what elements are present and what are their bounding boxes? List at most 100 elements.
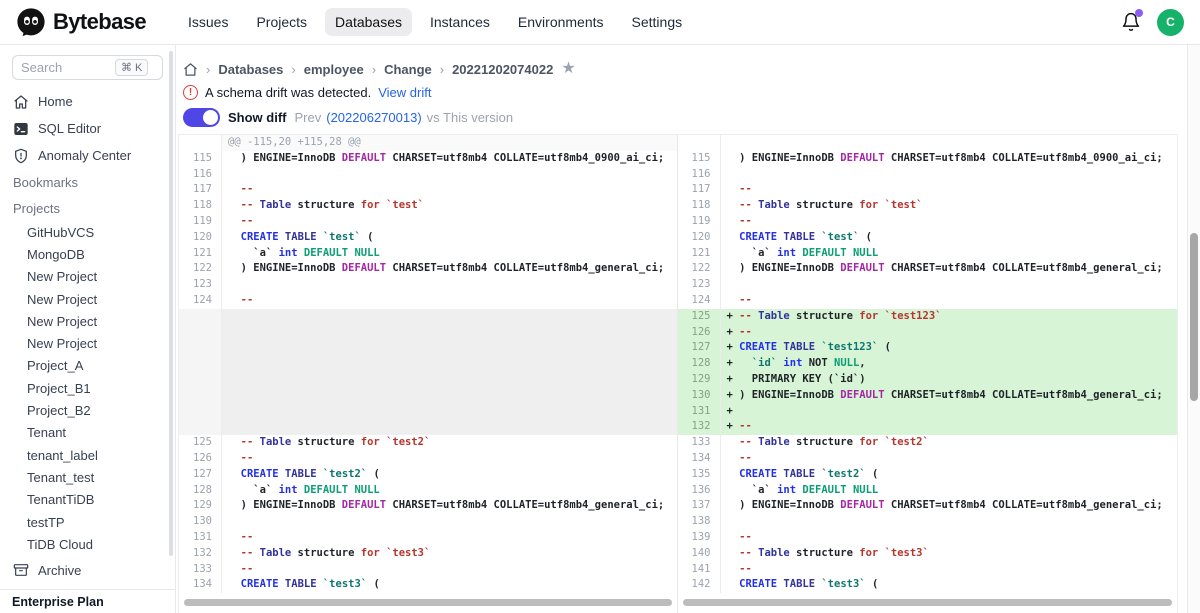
show-diff-label: Show diff xyxy=(228,110,287,125)
project-item-new-project-2[interactable]: New Project xyxy=(0,266,175,288)
nav-item-databases[interactable]: Databases xyxy=(325,8,412,36)
diff-row-left-pad xyxy=(179,356,677,372)
diff-row-left-116: 116 xyxy=(179,167,677,183)
diff-row-right-142: 142 CREATE TABLE `test3` ( xyxy=(678,577,1178,593)
project-item-tenant-9[interactable]: Tenant xyxy=(0,422,175,444)
project-item-mongodb-1[interactable]: MongoDB xyxy=(0,243,175,265)
main-nav: Issues Projects Databases Instances Environm… xyxy=(178,8,692,36)
project-item-new-project-4[interactable]: New Project xyxy=(0,310,175,332)
page-scrollbar-thumb[interactable] xyxy=(1190,233,1198,401)
line-number: 123 xyxy=(678,277,721,293)
code-line: `a` int DEFAULT NULL xyxy=(721,246,1178,262)
line-number: 132 xyxy=(179,546,222,562)
sidebar-item-home[interactable]: Home xyxy=(0,88,175,115)
diff-row-left-117: 117 -- xyxy=(179,182,677,198)
diff-row-left-131: 131 -- xyxy=(179,530,677,546)
line-number: 131 xyxy=(678,404,721,420)
view-drift-link[interactable]: View drift xyxy=(378,85,431,100)
code-line: -- Table structure for `test3` xyxy=(721,546,1178,562)
code-line xyxy=(222,277,677,293)
diff-row-left-120: 120 CREATE TABLE `test` ( xyxy=(179,230,677,246)
prev-version-link[interactable]: (202206270013) xyxy=(326,110,421,125)
code-line xyxy=(222,419,677,435)
search-box[interactable]: ⌘ K xyxy=(12,55,163,80)
diff-row-right-117: 117 -- xyxy=(678,182,1178,198)
diff-row-right-140: 140 -- Table structure for `test3` xyxy=(678,546,1178,562)
sidebar-item-archive[interactable]: Archive xyxy=(0,555,175,585)
code-line xyxy=(222,309,677,325)
diff-row-right-138: 138 xyxy=(678,514,1178,530)
code-line: ) ENGINE=InnoDB DEFAULT CHARSET=utf8mb4 … xyxy=(222,498,677,514)
section-projects: Projects xyxy=(0,195,175,221)
line-number: 134 xyxy=(678,451,721,467)
breadcrumb-item-20221202074022[interactable]: 20221202074022 xyxy=(452,62,553,77)
code-line: ) ENGINE=InnoDB DEFAULT CHARSET=utf8mb4 … xyxy=(222,151,677,167)
bytebase-logo[interactable]: Bytebase xyxy=(16,7,178,37)
project-item-new-project-3[interactable]: New Project xyxy=(0,288,175,310)
left-horizontal-scrollbar[interactable] xyxy=(184,599,672,606)
project-list: GitHubVCSMongoDBNew ProjectNew ProjectNe… xyxy=(0,221,175,555)
breadcrumb-separator: › xyxy=(206,62,210,77)
code-line: -- xyxy=(222,293,677,309)
line-number: 121 xyxy=(179,246,222,262)
line-number: 126 xyxy=(678,325,721,341)
line-number: 121 xyxy=(678,246,721,262)
diff-row-left-pad xyxy=(179,388,677,404)
diff-row-right-135: 135 CREATE TABLE `test2` ( xyxy=(678,467,1178,483)
project-item-new-project-5[interactable]: New Project xyxy=(0,332,175,354)
avatar[interactable]: C xyxy=(1157,9,1184,36)
sidebar-item-sql-editor[interactable]: SQL Editor xyxy=(0,115,175,142)
project-item-tidb-cloud-14[interactable]: TiDB Cloud xyxy=(0,533,175,555)
sidebar-item-label: Anomaly Center xyxy=(38,148,131,163)
nav-item-projects[interactable]: Projects xyxy=(246,8,317,36)
breadcrumb-item-databases[interactable]: Databases xyxy=(218,62,283,77)
sidebar: ⌘ K HomeSQL EditorAnomaly Center Bookmar… xyxy=(0,45,176,613)
project-item-tenant-test-11[interactable]: Tenant_test xyxy=(0,466,175,488)
sidebar-scrollbar[interactable] xyxy=(169,51,173,556)
nav-item-environments[interactable]: Environments xyxy=(508,8,614,36)
breadcrumb-item-employee[interactable]: employee xyxy=(304,62,364,77)
home-icon xyxy=(13,94,29,110)
diff-row-right-136: 136 `a` int DEFAULT NULL xyxy=(678,483,1178,499)
project-item-tenanttidb-12[interactable]: TenantTiDB xyxy=(0,489,175,511)
project-item-testtp-13[interactable]: testTP xyxy=(0,511,175,533)
line-number: 116 xyxy=(678,167,721,183)
diff-row-left-hunk: @@ -115,20 +115,28 @@ xyxy=(179,135,677,151)
warning-icon: ! xyxy=(183,85,198,100)
line-number: 118 xyxy=(678,198,721,214)
notifications-button[interactable] xyxy=(1121,12,1141,32)
page-scrollbar[interactable] xyxy=(1187,45,1200,613)
search-input[interactable] xyxy=(21,60,111,75)
bookmark-star-icon[interactable]: ★ xyxy=(561,61,575,77)
line-number: 129 xyxy=(179,498,222,514)
sidebar-item-anomaly-center[interactable]: Anomaly Center xyxy=(0,142,175,169)
home-icon[interactable] xyxy=(183,62,198,77)
code-line: -- xyxy=(222,451,677,467)
nav-item-issues[interactable]: Issues xyxy=(178,8,238,36)
line-number: 141 xyxy=(678,562,721,578)
project-item-project-a-6[interactable]: Project_A xyxy=(0,355,175,377)
code-line: + -- xyxy=(721,419,1178,435)
breadcrumb-item-change[interactable]: Change xyxy=(384,62,432,77)
nav-item-instances[interactable]: Instances xyxy=(420,8,500,36)
show-diff-toggle[interactable] xyxy=(183,108,220,127)
diff-row-left-122: 122 ) ENGINE=InnoDB DEFAULT CHARSET=utf8… xyxy=(179,261,677,277)
sidebar-item-label: Home xyxy=(38,94,73,109)
line-number: 130 xyxy=(179,514,222,530)
drift-message: A schema drift was detected. xyxy=(205,85,371,100)
line-number: 139 xyxy=(678,530,721,546)
notification-dot xyxy=(1135,9,1143,17)
project-item-githubvcs-0[interactable]: GitHubVCS xyxy=(0,221,175,243)
line-number: 119 xyxy=(678,214,721,230)
project-item-project-b2-8[interactable]: Project_B2 xyxy=(0,399,175,421)
line-number: 129 xyxy=(678,372,721,388)
project-item-project-b1-7[interactable]: Project_B1 xyxy=(0,377,175,399)
project-item-tenant-label-10[interactable]: tenant_label xyxy=(0,444,175,466)
line-number: 122 xyxy=(179,261,222,277)
plan-badge: Enterprise Plan xyxy=(0,589,175,613)
nav-item-settings[interactable]: Settings xyxy=(622,8,693,36)
diff-row-right-118: 118 -- Table structure for `test` xyxy=(678,198,1178,214)
line-number: 124 xyxy=(179,293,222,309)
right-horizontal-scrollbar[interactable] xyxy=(683,599,1173,606)
code-line: -- Table structure for `test2` xyxy=(721,435,1178,451)
